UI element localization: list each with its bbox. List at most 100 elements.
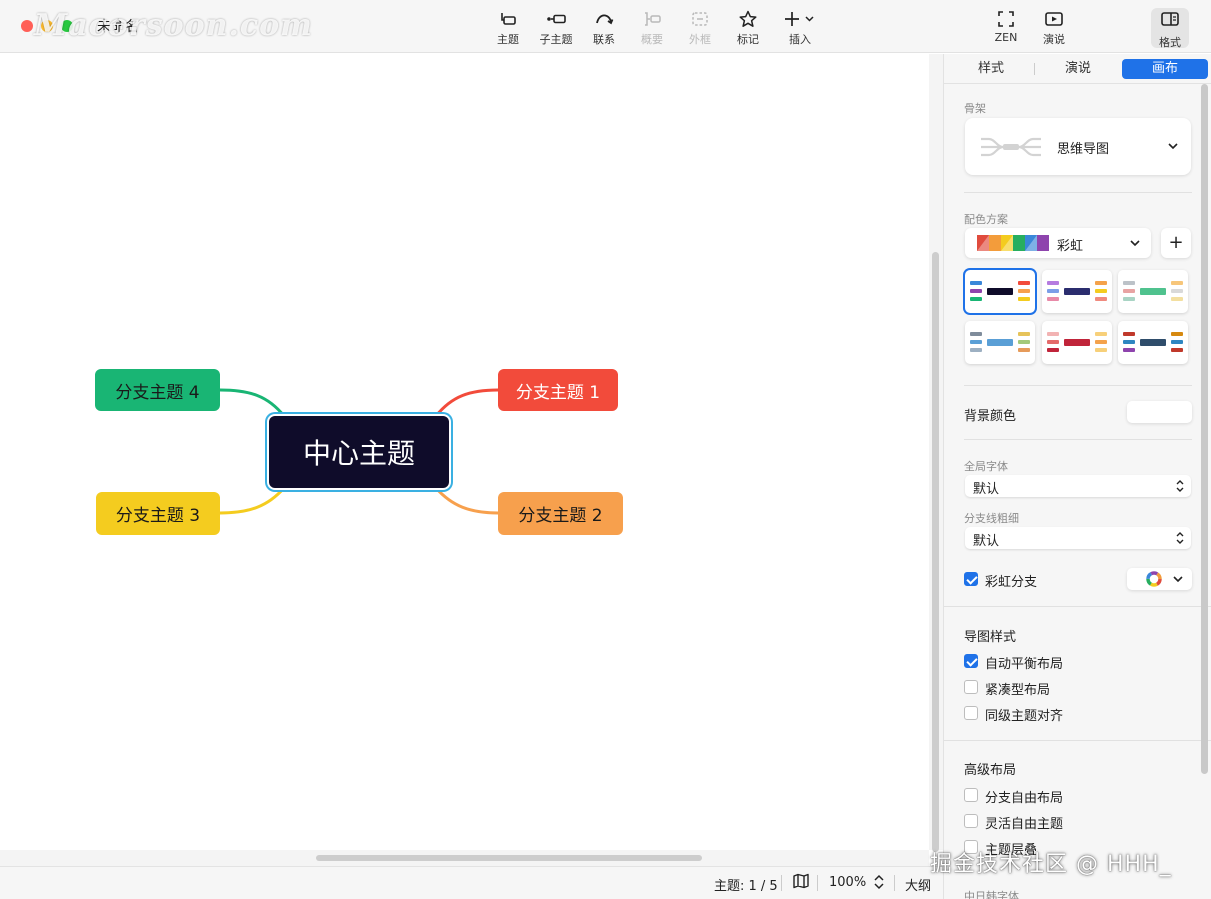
branch-connectors: [219, 388, 499, 515]
divider: [944, 606, 1211, 607]
branch-topic-4[interactable]: 分支主题 4: [95, 369, 220, 411]
cjk-font-label: 中日韩字体: [964, 890, 1019, 899]
color-theme-thumbnail-5[interactable]: [1042, 321, 1112, 364]
compact-layout-label: 紧凑型布局: [985, 683, 1051, 698]
boundary-button[interactable]: 外框: [676, 8, 724, 48]
global-font-select[interactable]: 默认: [965, 475, 1191, 497]
color-scheme-value: 彩虹: [1057, 239, 1084, 254]
vertical-scroll-thumb[interactable]: [932, 252, 939, 852]
branch-topic-3[interactable]: 分支主题 3: [96, 492, 220, 535]
minimize-window-button[interactable]: [41, 20, 53, 32]
marker-button[interactable]: 标记: [724, 8, 772, 48]
tab-canvas[interactable]: 画布: [1122, 59, 1208, 79]
panel-scrollbar-thumb[interactable]: [1201, 84, 1208, 774]
relationship-icon: [596, 14, 614, 25]
skeleton-value: 思维导图: [1057, 142, 1110, 157]
global-font-label: 全局字体: [964, 460, 1008, 473]
background-color-swatch[interactable]: [1127, 401, 1192, 423]
updown-chevron-icon: [1176, 532, 1184, 544]
auto-balance-checkbox[interactable]: [964, 654, 978, 668]
branch-width-label: 分支线粗细: [964, 512, 1019, 525]
compact-layout-checkbox[interactable]: [964, 680, 978, 694]
summary-label: 概要: [641, 33, 663, 46]
juejin-watermark: 掘金技术社区 @ HHH_: [930, 852, 1172, 877]
divider: [964, 439, 1192, 440]
tab-present[interactable]: 演说: [1035, 59, 1121, 79]
branch-topic-2[interactable]: 分支主题 2: [498, 492, 623, 535]
zoom-window-button[interactable]: [61, 20, 73, 32]
zen-mode-button[interactable]: ZEN: [982, 8, 1030, 48]
auto-balance-label: 自动平衡布局: [985, 657, 1064, 672]
present-button[interactable]: 演说: [1030, 8, 1078, 48]
chevron-down-icon: [1173, 576, 1183, 583]
add-topic-button[interactable]: 主题: [484, 8, 532, 48]
global-font-value: 默认: [973, 482, 1000, 497]
map-view-icon[interactable]: [792, 873, 810, 893]
summary-button[interactable]: 概要: [628, 8, 676, 48]
mindmap-canvas[interactable]: 中心主题 分支主题 4 分支主题 1 分支主题 3 分支主题 2: [0, 54, 929, 850]
flexible-topic-checkbox[interactable]: [964, 814, 978, 828]
color-theme-thumbnail-2[interactable]: [1042, 270, 1112, 313]
fullscreen-icon: [998, 11, 1014, 27]
insert-label: 插入: [789, 33, 811, 46]
format-panel-label: 格式: [1159, 36, 1181, 49]
color-scheme-select[interactable]: 彩虹: [965, 228, 1151, 258]
insert-button[interactable]: 插入: [776, 8, 824, 48]
skeleton-select[interactable]: 思维导图: [965, 118, 1191, 175]
add-color-scheme-button[interactable]: +: [1161, 228, 1191, 258]
connector-branch-4: [219, 388, 286, 417]
background-color-label: 背景颜色: [964, 409, 1017, 424]
divider: [964, 192, 1192, 193]
skeleton-label: 骨架: [964, 102, 986, 115]
status-divider: [817, 875, 818, 891]
connector-branch-2: [434, 487, 499, 515]
close-window-button[interactable]: [21, 20, 33, 32]
boundary-label: 外框: [689, 33, 711, 46]
zoom-level[interactable]: 100%: [829, 875, 866, 890]
connector-branch-1: [434, 388, 499, 417]
flexible-topic-label: 灵活自由主题: [985, 817, 1064, 832]
summary-icon: [645, 12, 661, 26]
free-branch-label: 分支自由布局: [985, 791, 1064, 806]
toolbar: 未命名 Macorsoon.com 主题 子主题 联系 概要 外框 标记 插入 …: [0, 0, 1211, 53]
rainbow-palette-icon: [977, 235, 1049, 251]
align-siblings-checkbox[interactable]: [964, 706, 978, 720]
marker-label: 标记: [737, 33, 759, 46]
plus-chevron-icon: [785, 12, 814, 26]
site-watermark: Macorsoon.com: [34, 8, 313, 43]
color-theme-thumbnail-4[interactable]: [965, 321, 1035, 364]
canvas-horizontal-scrollbar[interactable]: [0, 850, 929, 866]
topic-count: 主题: 1 / 5: [714, 879, 778, 894]
panel-tabs: 样式 演说 画布: [944, 54, 1211, 84]
central-topic[interactable]: 中心主题: [269, 416, 449, 488]
zen-mode-label: ZEN: [994, 31, 1018, 44]
boundary-icon: [692, 12, 708, 26]
connector-branch-3: [219, 487, 286, 515]
sidebar-icon: [1161, 12, 1179, 26]
format-panel: 样式 演说 画布 骨架 思维导图 配色方案 彩虹 + 背景颜色 全局字体 默认 …: [943, 54, 1211, 899]
relationship-label: 联系: [593, 33, 615, 46]
map-style-title: 导图样式: [964, 630, 1017, 645]
present-label: 演说: [1043, 33, 1065, 46]
horizontal-scroll-thumb[interactable]: [316, 855, 702, 861]
outline-button[interactable]: 大纲: [905, 875, 931, 894]
rainbow-color-picker[interactable]: [1127, 568, 1192, 590]
canvas-vertical-scrollbar[interactable]: [929, 54, 943, 852]
tab-style[interactable]: 样式: [948, 59, 1034, 79]
star-icon: [739, 10, 757, 27]
format-panel-button[interactable]: 格式: [1151, 8, 1189, 49]
rainbow-branch-checkbox[interactable]: [964, 572, 978, 586]
updown-chevron-icon: [1176, 480, 1184, 492]
status-bar: 主题: 1 / 5 100% 大纲: [0, 866, 943, 899]
color-theme-thumbnail-6[interactable]: [1118, 321, 1188, 364]
color-theme-thumbnail-3[interactable]: [1118, 270, 1188, 313]
branch-width-select[interactable]: 默认: [965, 527, 1191, 549]
add-subtopic-button[interactable]: 子主题: [532, 8, 580, 48]
zoom-stepper-icon[interactable]: [873, 873, 885, 895]
free-branch-checkbox[interactable]: [964, 788, 978, 802]
relationship-button[interactable]: 联系: [580, 8, 628, 48]
chevron-down-icon: [1130, 240, 1140, 247]
topic-icon: [501, 13, 516, 25]
branch-topic-1[interactable]: 分支主题 1: [498, 369, 618, 411]
color-theme-thumbnail-1[interactable]: [965, 270, 1035, 313]
